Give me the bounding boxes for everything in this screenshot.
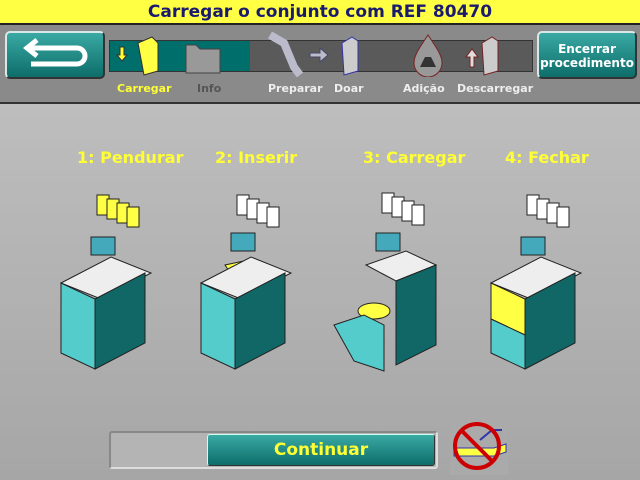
page-title: Carregar o conjunto com REF 80470 bbox=[0, 0, 640, 25]
step-hang-label: 1: Pendurar bbox=[77, 148, 184, 167]
step-label-doar: Doar bbox=[334, 82, 364, 95]
machine-close-illustration bbox=[489, 194, 583, 370]
right-arrow-icon bbox=[309, 46, 329, 64]
step-label-info: Info bbox=[197, 82, 222, 95]
machine-load-illustration bbox=[333, 192, 438, 372]
drop-flask-icon bbox=[413, 34, 443, 77]
progress-bar bbox=[109, 31, 533, 77]
machine-insert-illustration bbox=[199, 194, 293, 370]
step-label-descarregar: Descarregar bbox=[457, 82, 534, 95]
end-procedure-button[interactable]: Encerrar procedimento bbox=[537, 31, 637, 79]
machine-icon bbox=[341, 36, 359, 76]
step-label-carregar: Carregar bbox=[117, 82, 172, 95]
step-label-preparar: Preparar bbox=[268, 82, 323, 95]
step-insert-label: 2: Inserir bbox=[215, 148, 298, 167]
return-arrow-icon bbox=[22, 38, 88, 67]
toolbar: Carregar Info Preparar Doar Adição Desca… bbox=[0, 25, 640, 104]
continue-button[interactable]: Continuar bbox=[207, 434, 435, 466]
load-machine-icon bbox=[115, 36, 159, 76]
up-arrow-icon bbox=[465, 48, 479, 68]
no-arm-icon bbox=[450, 420, 508, 475]
machine-hang-illustration bbox=[59, 194, 153, 370]
progress-icons bbox=[115, 31, 499, 77]
back-button[interactable] bbox=[5, 31, 105, 79]
step-close-label: 4: Fechar bbox=[505, 148, 589, 167]
donor-chair-icon bbox=[268, 31, 304, 77]
step-label-adicao: Adição bbox=[403, 82, 445, 95]
folder-icon bbox=[185, 44, 221, 74]
step-load-label: 3: Carregar bbox=[363, 148, 466, 167]
unload-machine-icon bbox=[481, 36, 499, 76]
